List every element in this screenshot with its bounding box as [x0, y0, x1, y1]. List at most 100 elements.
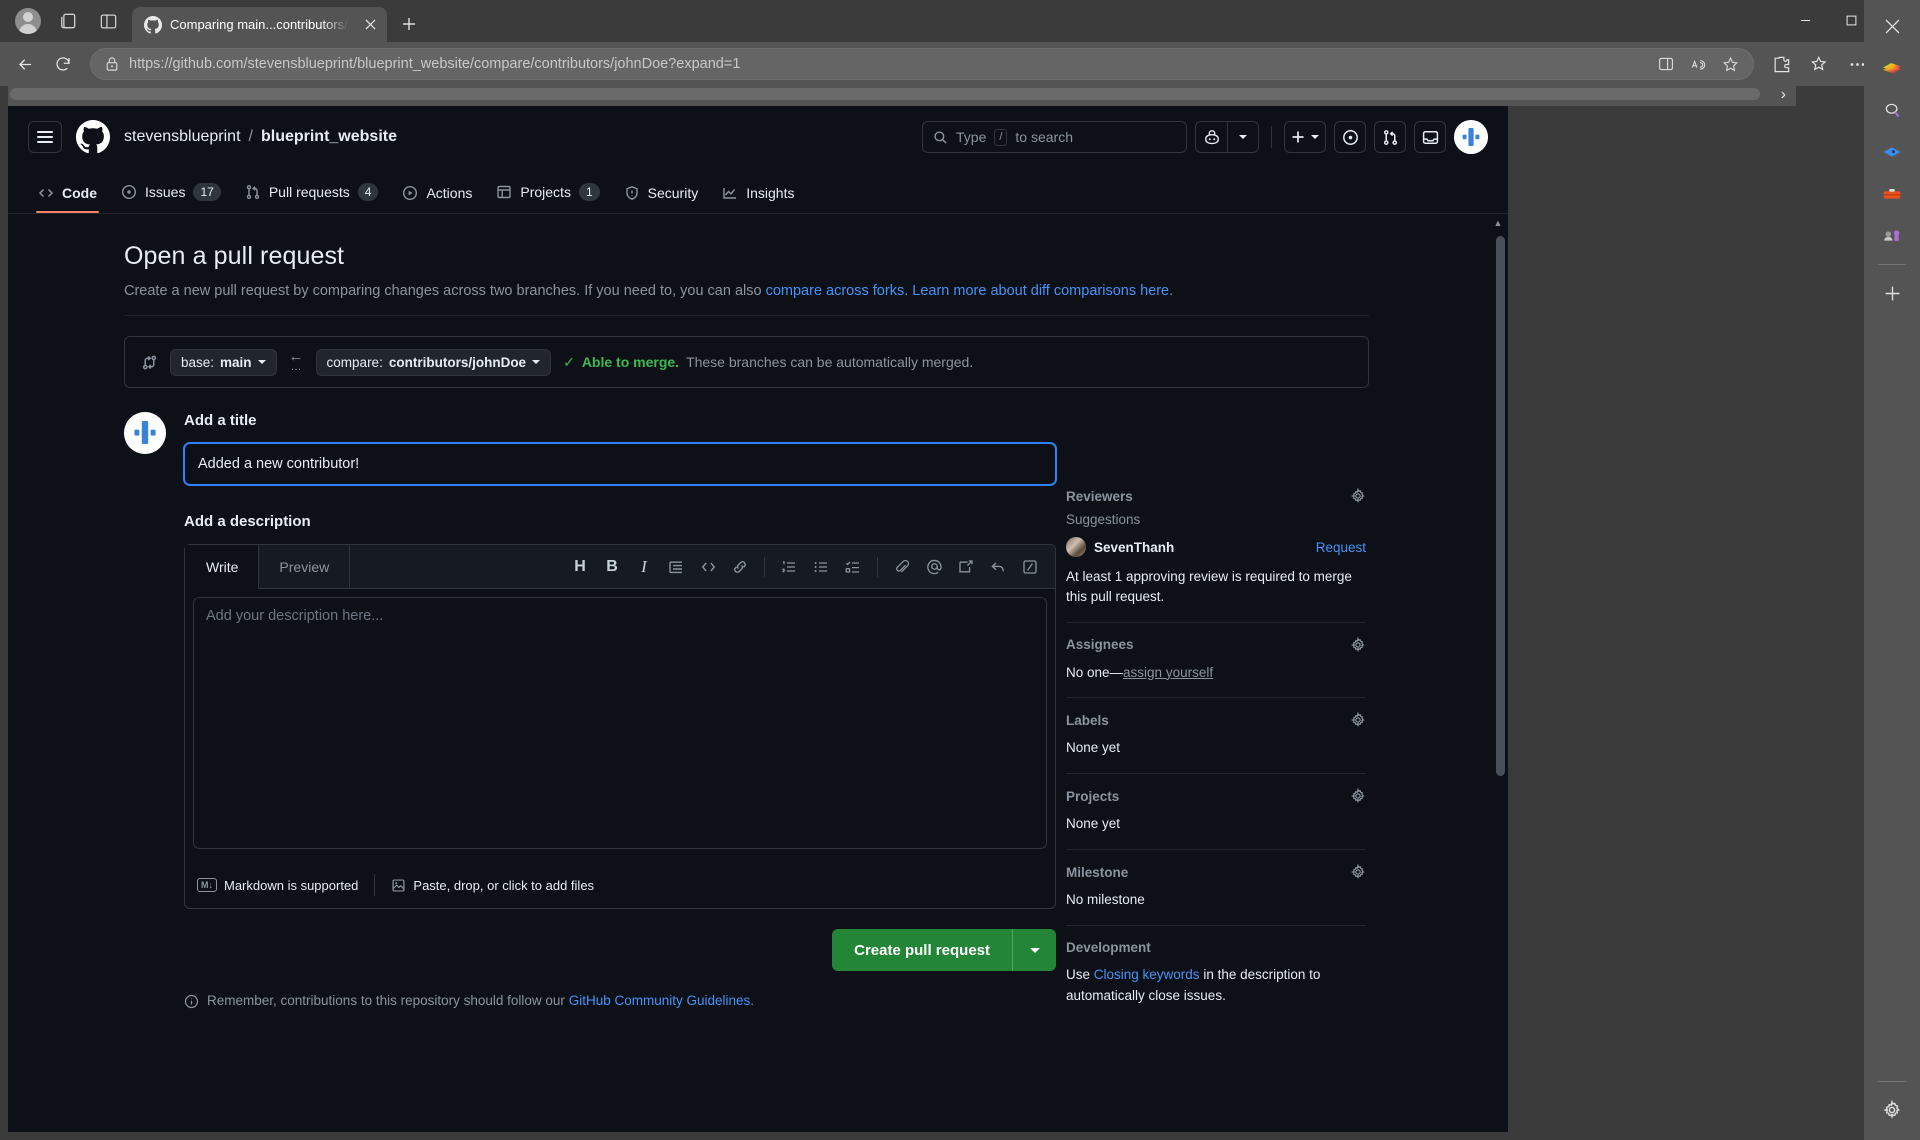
- pr-title-input[interactable]: [184, 443, 1056, 485]
- copilot-icon[interactable]: [1872, 48, 1912, 88]
- code-icon[interactable]: [693, 552, 723, 582]
- heading-icon[interactable]: H: [565, 552, 595, 582]
- github-icon: [144, 15, 162, 34]
- gear-icon[interactable]: [1350, 488, 1366, 504]
- notifications-button[interactable]: [1414, 121, 1446, 153]
- nav-tab-insights[interactable]: Insights: [712, 179, 804, 213]
- mention-icon[interactable]: [919, 552, 949, 582]
- global-menu-button[interactable]: [28, 121, 62, 153]
- unordered-list-icon[interactable]: [806, 552, 836, 582]
- markdown-supported-note[interactable]: M↓ Markdown is supported: [197, 878, 374, 893]
- create-pr-dropdown-button[interactable]: [1012, 929, 1056, 971]
- diff-comparisons-link[interactable]: Learn more about diff comparisons here: [912, 283, 1169, 299]
- split-tab-icon[interactable]: [1651, 50, 1681, 78]
- github-page: stevensblueprint / blueprint_website Typ…: [8, 106, 1508, 1132]
- ordered-list-icon[interactable]: [774, 552, 804, 582]
- labels-heading: Labels: [1066, 712, 1109, 728]
- nav-tab-projects[interactable]: Projects 1: [486, 177, 609, 213]
- favorite-star-icon[interactable]: [1715, 50, 1745, 78]
- reviewers-suggestions-label: Suggestions: [1066, 512, 1141, 527]
- refresh-button[interactable]: [46, 47, 80, 81]
- assign-yourself-link[interactable]: assign yourself: [1123, 665, 1213, 680]
- sidebar-divider: [1878, 264, 1906, 265]
- attach-file-icon[interactable]: [887, 552, 917, 582]
- nav-tab-code[interactable]: Code: [28, 179, 107, 213]
- git-pull-request-icon: [246, 185, 260, 200]
- browser-tab[interactable]: Comparing main...contributors/jo: [132, 7, 387, 42]
- file-attach-label: Paste, drop, or click to add files: [413, 877, 595, 893]
- create-pull-request-button[interactable]: Create pull request: [832, 929, 1012, 971]
- search-icon[interactable]: [1872, 90, 1912, 130]
- nav-tab-code-label: Code: [62, 185, 97, 201]
- extensions-button[interactable]: [1764, 47, 1798, 81]
- base-branch-selector[interactable]: base: main: [170, 348, 277, 376]
- new-tab-button[interactable]: [393, 8, 425, 40]
- games-icon[interactable]: [1872, 216, 1912, 256]
- user-avatar[interactable]: [1454, 120, 1488, 154]
- split-screen-icon[interactable]: [88, 1, 128, 41]
- compare-branch-selector[interactable]: compare: contributors/johnDoe: [315, 348, 552, 376]
- copilot-icon[interactable]: [1195, 121, 1227, 153]
- address-bar[interactable]: https://github.com/stevensblueprint/blue…: [90, 48, 1754, 80]
- minimize-button[interactable]: [1782, 0, 1828, 40]
- reply-icon[interactable]: [983, 552, 1013, 582]
- reviewer-name[interactable]: SevenThanh: [1094, 540, 1174, 555]
- breadcrumb-owner[interactable]: stevensblueprint: [124, 128, 241, 146]
- github-community-guidelines-link[interactable]: GitHub Community Guidelines: [569, 993, 751, 1008]
- request-review-link[interactable]: Request: [1316, 540, 1366, 555]
- file-attach-note[interactable]: Paste, drop, or click to add files: [391, 878, 610, 893]
- strip-chevron-icon[interactable]: ›: [1781, 86, 1786, 104]
- strip-bar: [10, 88, 1760, 100]
- compare-across-forks-link[interactable]: compare across forks: [766, 283, 905, 299]
- gear-icon[interactable]: [1350, 636, 1366, 653]
- quote-icon[interactable]: [661, 552, 691, 582]
- closing-keywords-link[interactable]: Closing keywords: [1094, 967, 1200, 982]
- pr-description-textarea[interactable]: [193, 597, 1047, 849]
- tab-collections-icon[interactable]: [48, 1, 88, 41]
- scrollbar-thumb[interactable]: [1496, 236, 1505, 776]
- task-list-icon[interactable]: [838, 552, 868, 582]
- search-input[interactable]: Type / to search: [922, 121, 1187, 153]
- add-sidebar-icon[interactable]: [1872, 273, 1912, 313]
- close-tab-icon[interactable]: [359, 14, 381, 36]
- create-new-button[interactable]: [1284, 121, 1326, 153]
- saved-replies-icon[interactable]: [1015, 552, 1045, 582]
- gear-icon[interactable]: [1350, 788, 1366, 804]
- issues-button[interactable]: [1334, 121, 1366, 153]
- reviewer-avatar: [1066, 537, 1086, 557]
- gear-icon[interactable]: [1350, 712, 1366, 728]
- check-icon: ✓: [563, 353, 575, 370]
- chevron-down-icon: [532, 360, 541, 364]
- nav-tab-issues[interactable]: Issues 17: [111, 177, 231, 213]
- profile-avatar-button[interactable]: [8, 1, 48, 41]
- shopping-tag-icon[interactable]: [1872, 132, 1912, 172]
- markdown-icon: M↓: [197, 878, 217, 892]
- nav-tab-pull-requests[interactable]: Pull requests 4: [235, 177, 389, 213]
- sidebar-settings-icon[interactable]: [1872, 1090, 1912, 1130]
- nav-tab-security[interactable]: Security: [614, 179, 709, 213]
- create-pr-split-button: Create pull request: [832, 929, 1056, 971]
- pull-requests-button[interactable]: [1374, 121, 1406, 153]
- read-aloud-icon[interactable]: [1683, 50, 1713, 78]
- collections-button[interactable]: [1802, 47, 1836, 81]
- reviewers-requirement-note: At least 1 approving review is required …: [1066, 569, 1352, 605]
- issue-opened-icon: [121, 184, 137, 200]
- reference-icon[interactable]: [951, 552, 981, 582]
- tab-preview[interactable]: Preview: [259, 545, 351, 588]
- milestone-value: No milestone: [1066, 892, 1145, 908]
- back-button[interactable]: [8, 47, 42, 81]
- github-logo-icon[interactable]: [76, 120, 110, 154]
- sidebar-close-icon[interactable]: [1872, 6, 1912, 46]
- nav-tab-actions[interactable]: Actions: [392, 179, 482, 213]
- tools-icon[interactable]: [1872, 174, 1912, 214]
- footer-divider: [374, 874, 376, 896]
- github-global-header: stevensblueprint / blueprint_website Typ…: [8, 106, 1508, 168]
- breadcrumb-repo[interactable]: blueprint_website: [261, 128, 397, 146]
- copilot-chevron-down-icon[interactable]: [1227, 121, 1259, 153]
- scroll-up-arrow[interactable]: ▲: [1492, 216, 1504, 230]
- tab-write[interactable]: Write: [185, 545, 260, 589]
- italic-icon[interactable]: I: [629, 552, 659, 582]
- link-icon[interactable]: [725, 552, 755, 582]
- gear-icon[interactable]: [1350, 864, 1366, 880]
- bold-icon[interactable]: B: [597, 552, 627, 582]
